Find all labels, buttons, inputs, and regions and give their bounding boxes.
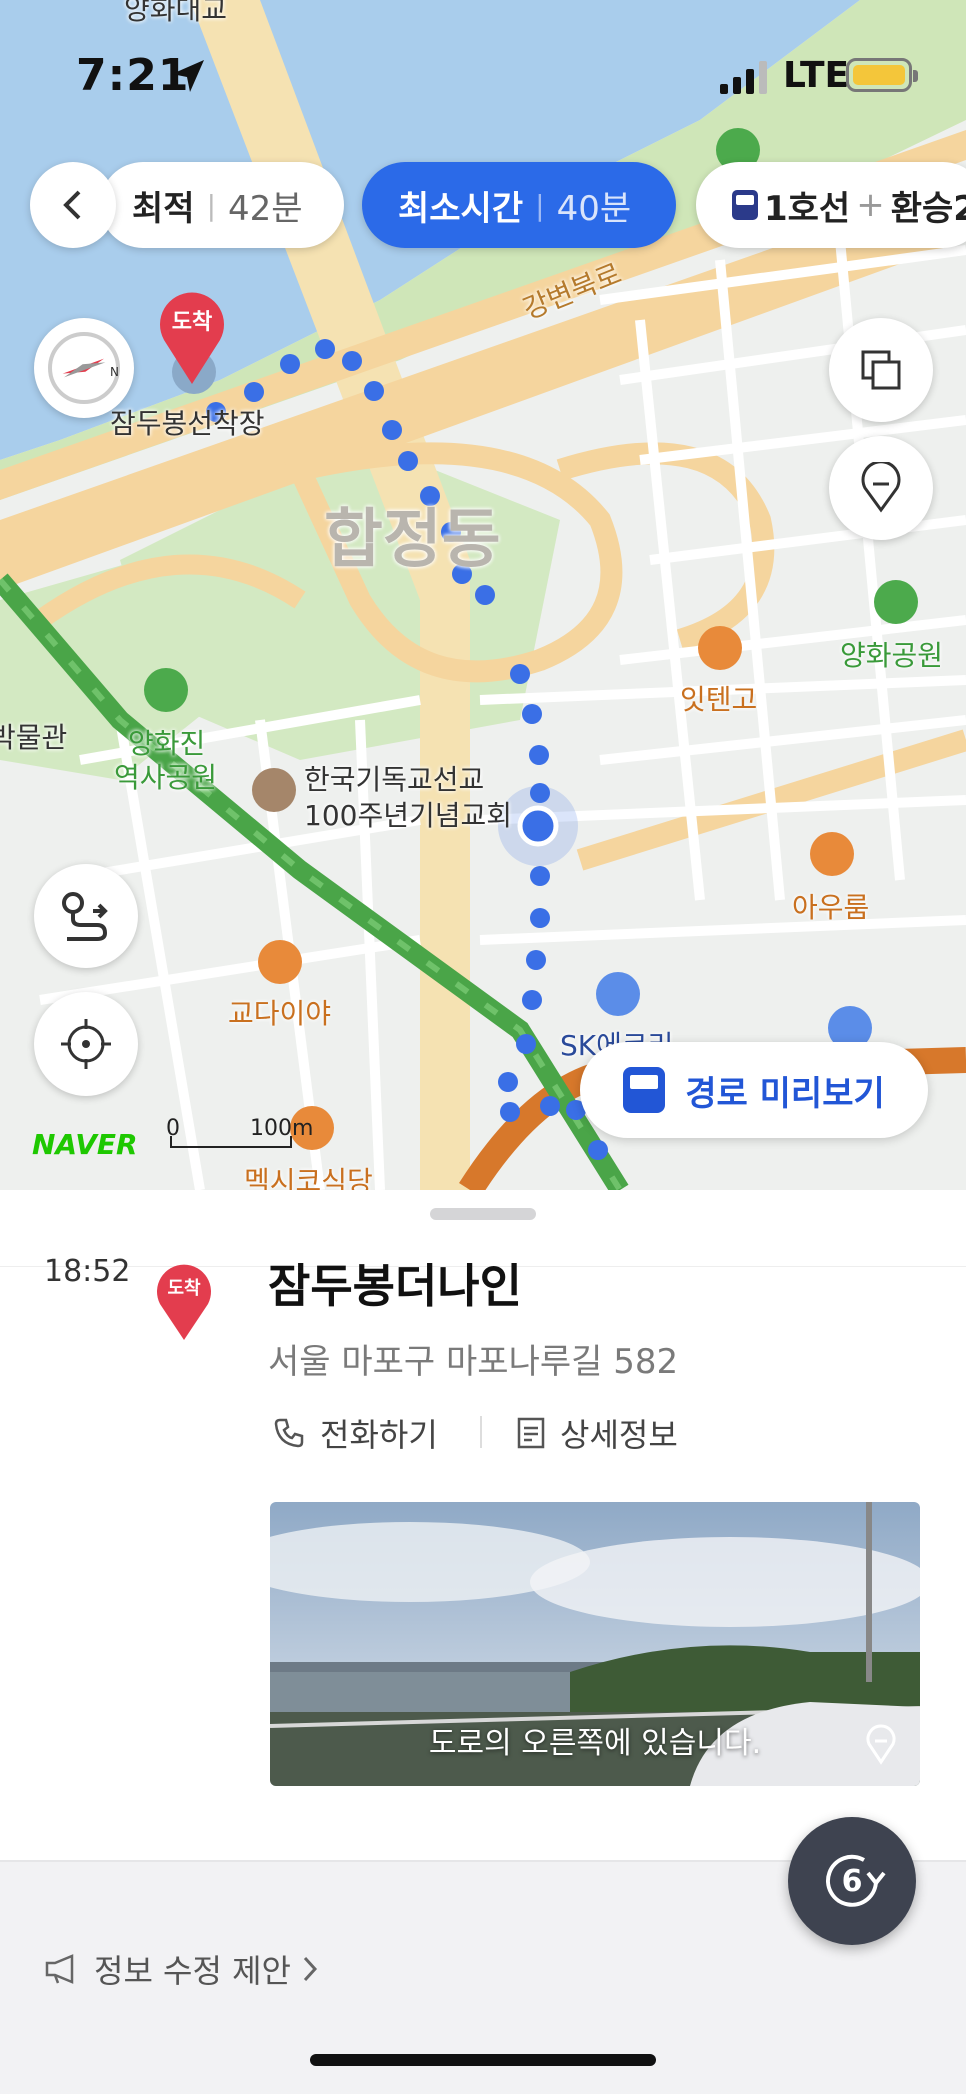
naver-logo: NAVER: [32, 1128, 138, 1161]
photo-caption: 도로의 오른쪽에 있습니다.: [428, 1726, 762, 1761]
svg-text:N: N: [110, 365, 119, 379]
route-option-time: 42분: [228, 188, 303, 229]
route-option-label: 최적: [132, 188, 195, 229]
layers-icon: [861, 350, 901, 390]
bus-icon: [623, 1067, 666, 1113]
route-option-time: 40분: [556, 188, 632, 229]
back-button[interactable]: [30, 162, 116, 248]
chevron-right-icon: [303, 1956, 318, 1982]
map-label-museum: 박물관: [0, 721, 68, 754]
document-icon: [517, 1417, 545, 1449]
compass-button[interactable]: N: [34, 318, 134, 418]
plus-sign: +: [856, 185, 885, 225]
details-button[interactable]: 상세정보: [516, 1410, 678, 1456]
route-option-extra: 환승2: [890, 188, 966, 229]
map-label-mexican: 멕시코식당: [244, 1165, 373, 1190]
arrival-pin-icon: [160, 292, 224, 384]
signal-icon: [720, 61, 767, 94]
compass-icon: N: [48, 332, 120, 404]
arrival-pin-label: 도착: [167, 1278, 201, 1299]
route-option-label: 최소시간: [398, 188, 524, 229]
sheet-drag-handle[interactable]: [430, 1208, 536, 1220]
arrival-pin-icon: [157, 1264, 211, 1340]
details-label: 상세정보: [560, 1416, 678, 1454]
arrival-pin: 도착: [154, 1258, 214, 1342]
megaphone-icon: [45, 1954, 74, 1984]
call-label: 전화하기: [320, 1416, 438, 1454]
map-label-church-2: 100주년기념교회: [304, 799, 513, 832]
home-indicator: [310, 2054, 656, 2066]
destination-address: 서울 마포구 마포나루길 582: [268, 1342, 679, 1382]
chevron-left-icon: [63, 190, 81, 220]
map-label-yanghwa-park: 양화공원: [840, 639, 944, 672]
place-pin-button[interactable]: [829, 436, 933, 540]
map-label-kyodaiya: 교다이야: [228, 997, 332, 1030]
map-label-district: 합정동: [324, 503, 501, 577]
replay-count: 6: [841, 1863, 863, 1899]
route-option-fastest[interactable]: 최소시간 | 40분: [362, 162, 676, 248]
my-location-button[interactable]: [34, 992, 138, 1096]
pin-outline-icon[interactable]: [864, 1724, 898, 1766]
map-label-itengo: 잇텐고: [680, 683, 758, 716]
arrival-time: 18:52: [44, 1254, 131, 1289]
pin-outline-icon: [861, 462, 901, 513]
route-option-separator: |: [535, 188, 545, 222]
train-icon: [732, 190, 758, 220]
battery-icon: [846, 58, 918, 92]
map-label-church-1: 한국기독교선교: [304, 763, 485, 796]
arrival-marker[interactable]: 도착: [156, 286, 228, 386]
route-preview-label: 경로 미리보기: [685, 1073, 885, 1114]
destination-name: 잠두봉더나인: [268, 1259, 522, 1313]
map-label-pier: 잠두봉선착장: [110, 407, 265, 440]
bottom-sheet[interactable]: 18:52 도착 잠두봉더나인 서울 마포구 마포나루길 582 전화하기 상세…: [0, 1190, 966, 2094]
replay-button[interactable]: 6: [788, 1817, 916, 1945]
call-button[interactable]: 전화하기: [272, 1410, 438, 1456]
map-label-history-park-2: 역사공원: [114, 761, 218, 794]
status-bar: 7:21 LTE: [0, 0, 966, 150]
layers-button[interactable]: [829, 318, 933, 422]
street-view-photo[interactable]: 도로의 오른쪽에 있습니다.: [270, 1502, 920, 1786]
map-label-aurum: 아우룸: [792, 891, 870, 924]
route-option-optimal[interactable]: 최적 | 42분: [100, 162, 344, 248]
arrival-marker-label: 도착: [171, 310, 213, 335]
phone-icon: [274, 1418, 304, 1448]
route-option-separator: |: [206, 188, 216, 222]
route-option-label: 1호선: [764, 188, 851, 229]
action-separator: [480, 1416, 482, 1448]
route-button[interactable]: [34, 864, 138, 968]
crosshair-icon: [61, 1019, 111, 1069]
route-preview-button[interactable]: 경로 미리보기: [580, 1042, 928, 1138]
suggest-edit-link[interactable]: 정보 수정 제안: [44, 1946, 321, 1992]
location-arrow-icon: [172, 60, 204, 92]
network-type: LTE: [783, 55, 850, 96]
route-option-line1[interactable]: 1호선 + 환승2: [696, 162, 966, 248]
scale-bar: [170, 1136, 292, 1148]
suggest-edit-label: 정보 수정 제안: [94, 1952, 291, 1990]
route-icon: [62, 892, 108, 941]
